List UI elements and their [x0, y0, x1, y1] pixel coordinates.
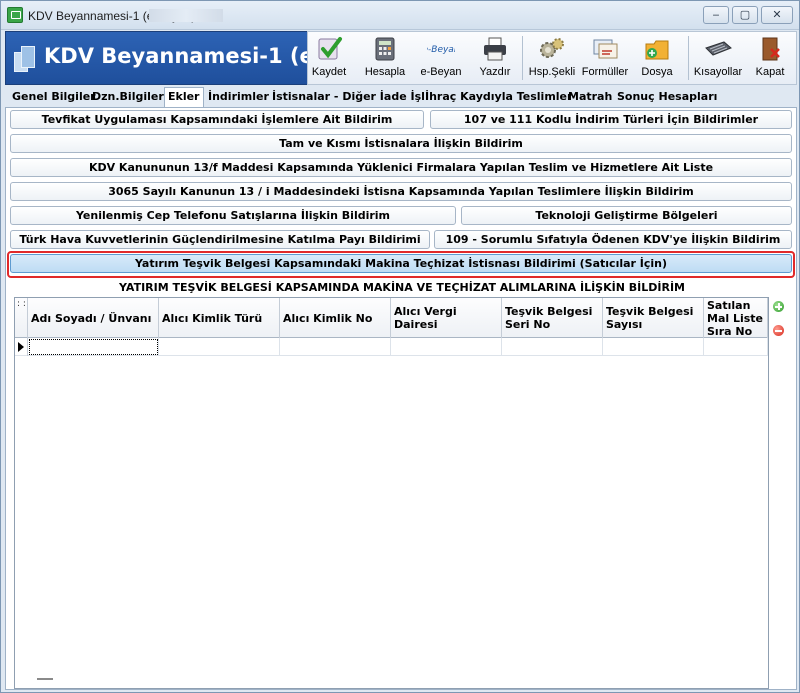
- account-scheme-button[interactable]: Hsp.Şekli: [528, 32, 576, 84]
- shortcuts-button[interactable]: Kısayollar: [692, 32, 744, 84]
- gears-icon: [540, 38, 564, 58]
- grid-corner[interactable]: : :: [15, 298, 28, 338]
- toolbar-separator: [522, 36, 523, 80]
- printer-icon: [484, 37, 506, 61]
- withholding-notification-button[interactable]: Tevfikat Uygulaması Kapsamındaki İşlemle…: [10, 110, 424, 129]
- current-row-arrow-icon: [18, 342, 24, 352]
- tab-export-deliveries[interactable]: İhraç Kaydıyla Teslimler: [422, 88, 575, 107]
- cell-name-title[interactable]: [28, 338, 159, 356]
- column-tax-office[interactable]: Alıcı Vergi Dairesi: [391, 298, 502, 338]
- shortcuts-label: Kısayollar: [693, 66, 743, 78]
- deduction-107-111-button[interactable]: 107 ve 111 Kodlu İndirim Türleri İçin Bi…: [430, 110, 792, 129]
- document-logo-icon: [14, 44, 36, 74]
- e-beyan-label: e-Beyan: [420, 66, 462, 78]
- cell-goods-list-no[interactable]: [704, 338, 768, 356]
- maximize-button[interactable]: ▢: [732, 6, 758, 24]
- save-label: Kaydet: [311, 66, 347, 78]
- column-certificate-number[interactable]: Teşvik Belgesi Sayısı: [603, 298, 704, 338]
- column-goods-list-no[interactable]: Satılan Mal Liste Sıra No: [704, 298, 768, 338]
- file-label: Dosya: [641, 66, 673, 78]
- cell-id-number[interactable]: [280, 338, 391, 356]
- toolbar-separator: [688, 36, 689, 80]
- table-row[interactable]: [15, 338, 768, 356]
- column-certificate-serial[interactable]: Teşvik Belgesi Seri No: [502, 298, 603, 338]
- refurbished-phone-button[interactable]: Yenilenmiş Cep Telefonu Satışlarına İliş…: [10, 206, 456, 225]
- print-label: Yazdır: [479, 66, 511, 78]
- add-row-icon[interactable]: [773, 301, 784, 312]
- save-button[interactable]: Kaydet: [310, 32, 348, 84]
- app-window: KDV Beyannamesi-1 (e-Beyan) ‒ ▢ ✕ KDV Be…: [0, 0, 800, 693]
- tab-adjustment-info[interactable]: Dzn.Bilgileri: [89, 88, 171, 107]
- e-beyan-button[interactable]: e-Beyan e-Beyan: [418, 32, 464, 84]
- data-grid[interactable]: : : Adı Soyadı / Ünvanı Alıcı Kimlik Tür…: [14, 297, 769, 689]
- cell-certificate-number[interactable]: [603, 338, 704, 356]
- title-bar: KDV Beyannamesi-1 (e-Beyan) ‒ ▢ ✕: [1, 1, 799, 30]
- formulas-icon: [593, 39, 618, 59]
- tab-exemptions[interactable]: İstisnalar - Diğer İade İşl.: [269, 88, 432, 107]
- file-button[interactable]: Dosya: [638, 32, 676, 84]
- technology-zones-button[interactable]: Teknoloji Geliştirme Bölgeleri: [461, 206, 792, 225]
- close-window-button[interactable]: ✕: [761, 6, 793, 24]
- tab-result-calculations[interactable]: Sonuç Hesapları: [614, 88, 720, 107]
- column-id-number[interactable]: Alıcı Kimlik No: [280, 298, 391, 338]
- delete-row-icon[interactable]: [773, 325, 784, 336]
- print-button[interactable]: Yazdır: [476, 32, 514, 84]
- save-check-icon: [318, 37, 342, 60]
- column-id-type[interactable]: Alıcı Kimlik Türü: [159, 298, 280, 338]
- folder-icon: [645, 40, 669, 60]
- cell-tax-office[interactable]: [391, 338, 502, 356]
- close-label: Kapat: [755, 66, 785, 78]
- calculate-button[interactable]: Hesapla: [364, 32, 406, 84]
- section-title: YATIRIM TEŞVİK BELGESİ KAPSAMINDA MAKİNA…: [119, 281, 685, 294]
- e-beyan-icon: e-Beyan: [427, 45, 455, 55]
- calculate-label: Hesapla: [364, 66, 406, 78]
- law-3065-exemption-button[interactable]: 3065 Sayılı Kanunun 13 / i Maddesindeki …: [10, 182, 792, 201]
- column-name-title[interactable]: Adı Soyadı / Ünvanı: [28, 298, 159, 338]
- calculator-icon: [375, 37, 395, 61]
- toolbar: Kaydet Hesapla e-Beyan e-Beyan Yazdır: [307, 31, 797, 85]
- grid-header: : : Adı Soyadı / Ünvanı Alıcı Kimlik Tür…: [15, 298, 768, 338]
- tab-general-info[interactable]: Genel Bilgiler: [9, 88, 99, 107]
- cell-certificate-serial[interactable]: [502, 338, 603, 356]
- tab-deductions[interactable]: İndirimler: [205, 88, 272, 107]
- highlight-outline: [7, 251, 795, 278]
- e-beyan-icon-text: e-Beyan: [427, 45, 455, 55]
- grid-footer-marker: [37, 678, 53, 680]
- full-partial-exemption-button[interactable]: Tam ve Kısmı İstisnalara İlişkin Bildiri…: [10, 134, 792, 153]
- minimize-button[interactable]: ‒: [703, 6, 729, 24]
- air-force-contribution-button[interactable]: Türk Hava Kuvvetlerinin Güçlendirilmesin…: [10, 230, 430, 249]
- redacted-title-area: [149, 9, 223, 22]
- formulas-button[interactable]: Formüller: [580, 32, 630, 84]
- cell-id-type[interactable]: [159, 338, 280, 356]
- row-indicator: [15, 338, 28, 356]
- close-button[interactable]: Kapat: [750, 32, 790, 84]
- contractor-13f-list-button[interactable]: KDV Kanununun 13/f Maddesi Kapsamında Yü…: [10, 158, 792, 177]
- attachments-panel: Tevfikat Uygulaması Kapsamındaki İşlemle…: [5, 107, 797, 690]
- tab-attachments[interactable]: Ekler: [164, 87, 204, 108]
- keyboard-icon: [705, 41, 732, 56]
- exit-door-icon: [762, 37, 780, 61]
- tab-tax-base[interactable]: Matrah: [565, 88, 615, 107]
- responsible-vat-109-button[interactable]: 109 - Sorumlu Sıfatıyla Ödenen KDV'ye İl…: [434, 230, 792, 249]
- account-scheme-label: Hsp.Şekli: [528, 66, 576, 78]
- tab-strip: Genel Bilgiler Dzn.Bilgileri Ekler İndir…: [5, 87, 797, 108]
- formulas-label: Formüller: [581, 66, 629, 78]
- app-icon: [7, 7, 23, 23]
